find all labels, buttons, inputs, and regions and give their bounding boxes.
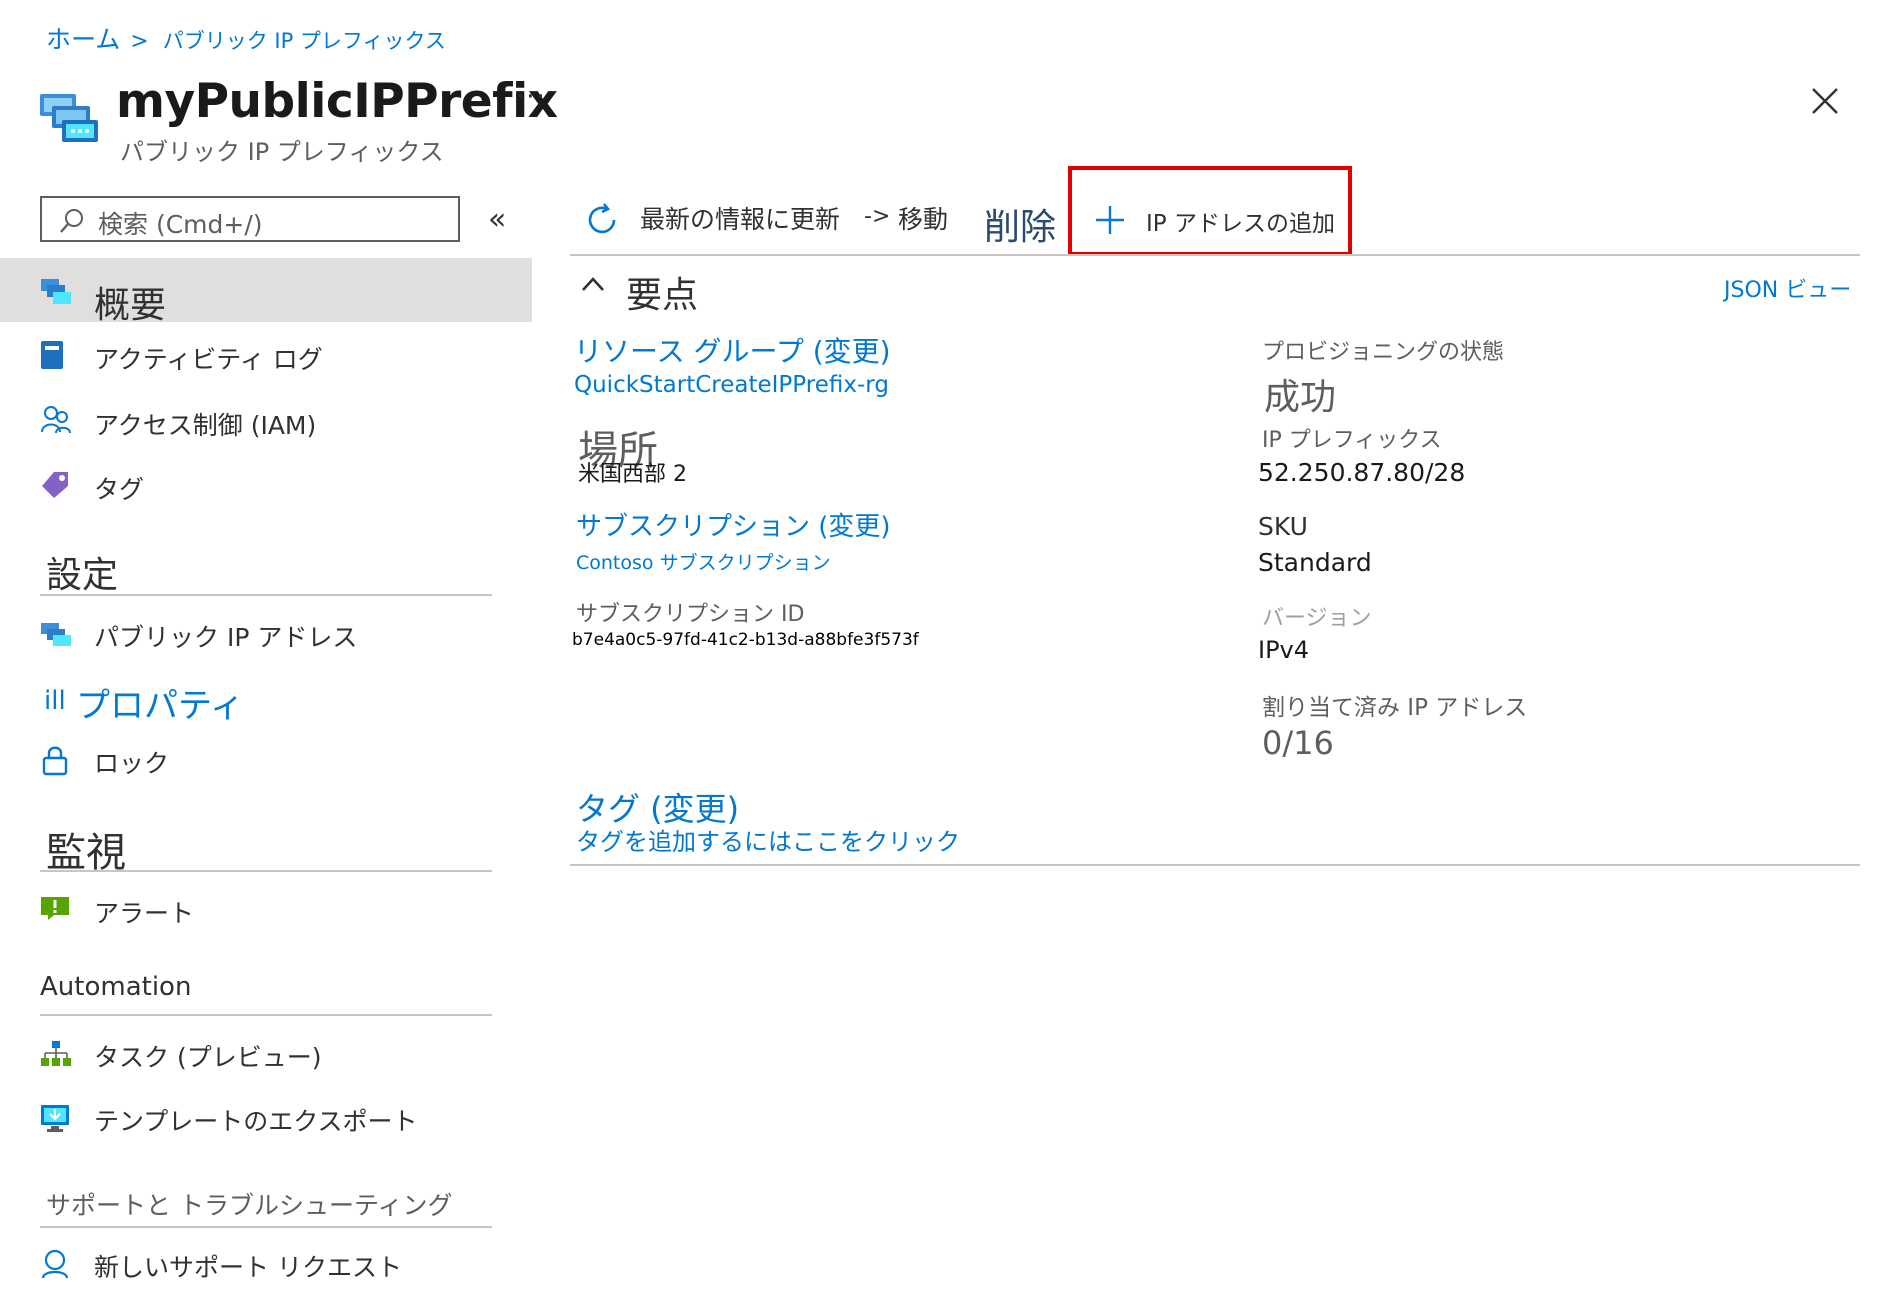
nav-label-lock: ロック (94, 749, 170, 778)
divider (40, 870, 492, 872)
provisioning-label: プロビジョニングの状態 (1262, 340, 1505, 365)
delete-button[interactable]: 削除 (984, 198, 1056, 250)
ip-prefix-value: 52.250.87.80/28 (1258, 458, 1466, 487)
tasks-icon (41, 1041, 71, 1066)
nav-item-export-template[interactable]: テンプレートのエクスポート (0, 1094, 532, 1158)
move-button[interactable]: 移動 (898, 200, 948, 236)
breadcrumb-separator: > (130, 29, 149, 54)
resource-group-value[interactable]: QuickStartCreateIPPrefix-rg (574, 372, 889, 398)
essentials-header: 要点 (626, 275, 699, 316)
search-placeholder: 検索 (Cmd+/) (98, 210, 263, 239)
section-header-automation: Automation (40, 972, 192, 1002)
page-title: myPublicIPPrefix (116, 74, 558, 129)
nav-item-properties[interactable]: ill プロパティ (0, 674, 532, 738)
nav-label-iam: アクセス制御 (IAM) (94, 411, 317, 440)
nav-label-properties: プロパティ (76, 686, 244, 726)
resource-group-label[interactable]: リソース グループ (変更) (574, 330, 891, 370)
people-icon (41, 406, 71, 434)
search-input[interactable]: 検索 (Cmd+/) (40, 196, 460, 242)
section-header-settings: 設定 (46, 555, 119, 596)
nav-label-public-ip: パブリック IP アドレス (94, 623, 358, 652)
nav-item-new-support[interactable]: 新しいサポート リクエスト (0, 1240, 532, 1294)
divider (570, 864, 1860, 866)
export-template-icon (41, 1105, 69, 1132)
collapse-nav-button[interactable]: « (488, 202, 506, 237)
provisioning-value: 成功 (1264, 377, 1337, 418)
nav-item-activity-log[interactable]: アクティビティ ログ (0, 334, 532, 398)
activity-log-icon (41, 341, 63, 369)
divider (40, 594, 492, 596)
version-value: IPv4 (1258, 636, 1310, 664)
nav-label-tags: タグ (94, 475, 145, 504)
nav-item-alerts[interactable]: アラート (0, 886, 532, 950)
public-ip-icon (41, 623, 71, 646)
public-ip-prefix-icon (40, 94, 98, 142)
more-options-icon[interactable]: ··· (516, 82, 547, 112)
nav-label-overview: 概要 (94, 285, 167, 326)
json-view-link[interactable]: JSON ビュー (1724, 272, 1851, 304)
allocated-ip-value: 0/16 (1262, 724, 1334, 762)
divider (40, 1226, 492, 1228)
nav-item-tags[interactable]: タグ (0, 462, 532, 526)
tag-icon (42, 472, 68, 498)
move-arrow: -> (864, 204, 891, 229)
chevron-up-icon[interactable] (580, 274, 606, 294)
nav-label-new-support: 新しいサポート リクエスト (94, 1253, 402, 1282)
location-value: 米国西部 2 (578, 462, 687, 487)
version-label: バージョン (1262, 606, 1372, 631)
breadcrumb-current[interactable]: パブリック IP プレフィックス (163, 29, 446, 53)
nav-item-overview[interactable]: 概要 (0, 258, 532, 326)
nav-item-iam[interactable]: アクセス制御 (IAM) (0, 398, 532, 462)
public-ip-prefix-icon (41, 279, 71, 304)
breadcrumb-home[interactable]: ホーム (46, 25, 120, 54)
sku-label: SKU (1258, 512, 1308, 541)
nav-label-activity-log: アクティビティ ログ (94, 345, 323, 374)
allocated-ip-label: 割り当て済み IP アドレス (1262, 695, 1528, 721)
refresh-icon[interactable] (584, 202, 620, 238)
nav-label-alerts: アラート (94, 899, 195, 928)
nav-item-tasks[interactable]: タスク (プレビュー) (0, 1030, 532, 1094)
properties-icon: ill (44, 686, 66, 716)
subscription-label[interactable]: サブスクリプション (変更) (576, 506, 891, 543)
nav-label-tasks: タスク (プレビュー) (94, 1043, 322, 1072)
support-icon (41, 1249, 69, 1279)
ip-prefix-label: IP プレフィックス (1262, 428, 1442, 453)
section-header-support: サポートと トラブルシューティング (46, 1191, 453, 1220)
search-icon (60, 209, 83, 233)
close-icon[interactable] (1810, 86, 1840, 116)
add-tags-link[interactable]: タグを追加するにはここをクリック (576, 822, 960, 857)
alert-icon (41, 897, 69, 920)
refresh-button[interactable]: 最新の情報に更新 (640, 200, 840, 236)
divider (40, 1014, 492, 1016)
subscription-value[interactable]: Contoso サブスクリプション (576, 548, 831, 575)
sku-value: Standard (1258, 548, 1372, 577)
nav-item-lock[interactable]: ロック (0, 738, 532, 802)
lock-icon (42, 746, 68, 776)
divider (570, 254, 1860, 256)
subscription-id-value: b7e4a0c5-97fd-41c2-b13d-a88bfe3f573f (572, 630, 919, 650)
nav-label-export-template: テンプレートのエクスポート (94, 1107, 418, 1136)
highlight-box (1068, 166, 1352, 256)
subscription-id-label: サブスクリプション ID (576, 602, 805, 627)
nav-item-public-ip[interactable]: パブリック IP アドレス (0, 612, 532, 676)
breadcrumb: ホーム > パブリック IP プレフィックス (46, 20, 446, 56)
page-subtitle: パブリック IP プレフィックス (120, 138, 444, 166)
